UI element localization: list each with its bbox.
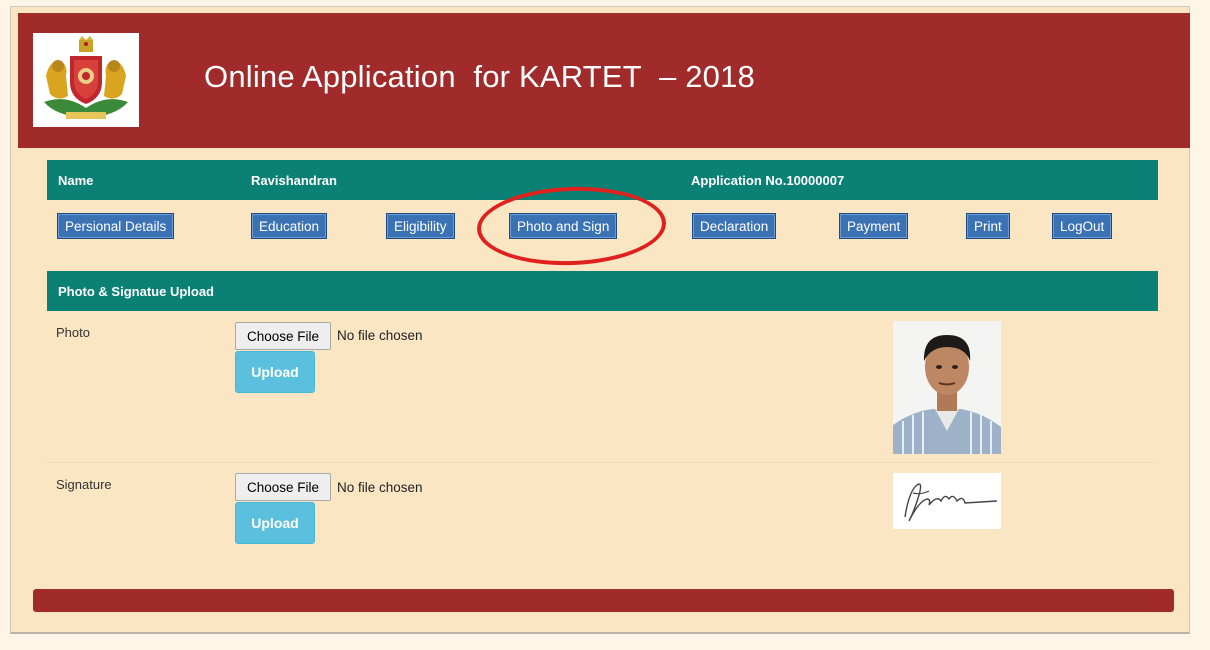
section-title: Photo & Signatue Upload (58, 284, 214, 299)
application-number-value: 10000007 (786, 173, 845, 188)
signature-choose-file-button[interactable]: Choose File (235, 473, 331, 501)
nav-print-button[interactable]: Print (966, 213, 1010, 239)
photo-label: Photo (56, 325, 90, 340)
nav-payment-button[interactable]: Payment (839, 213, 909, 239)
signature-upload-button[interactable]: Upload (235, 502, 315, 544)
applicant-photo (893, 321, 1001, 454)
applicant-name: Ravishandran (251, 173, 337, 188)
nav-personal-details-button[interactable]: Persional Details (57, 213, 175, 239)
nav-logout-button[interactable]: LogOut (1052, 213, 1113, 239)
applicant-signature (893, 473, 1001, 529)
page-header: Online Application for KARTET – 2018 (18, 13, 1190, 148)
photo-choose-file-button[interactable]: Choose File (235, 322, 331, 350)
signature-label: Signature (56, 477, 112, 492)
application-number: Application No.10000007 (691, 173, 844, 188)
footer-bar (33, 589, 1174, 612)
photo-file-status: No file chosen (337, 328, 423, 343)
signature-file-status: No file chosen (337, 480, 423, 495)
state-emblem-logo (33, 33, 139, 127)
row-divider (47, 462, 1158, 463)
name-label: Name (58, 173, 94, 188)
nav-education-button[interactable]: Education (251, 213, 328, 239)
nav-declaration-button[interactable]: Declaration (692, 213, 777, 239)
nav-eligibility-button[interactable]: Eligibility (386, 213, 455, 239)
application-number-label: Application No. (691, 173, 787, 188)
page-frame: Online Application for KARTET – 2018 Nam… (10, 6, 1190, 634)
page-title: Online Application for KARTET – 2018 (204, 59, 755, 94)
photo-upload-button[interactable]: Upload (235, 351, 315, 393)
section-header: Photo & Signatue Upload (47, 271, 1158, 311)
